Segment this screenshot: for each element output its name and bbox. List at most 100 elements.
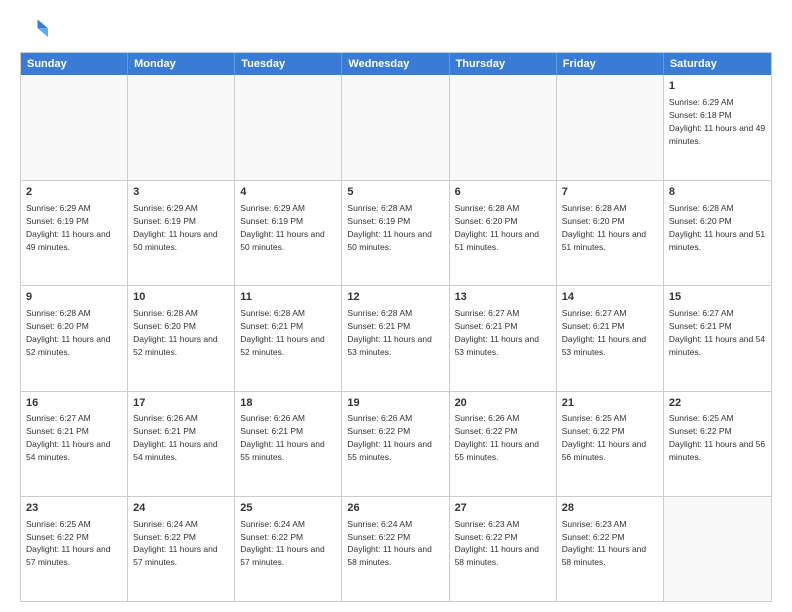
cell-info: Sunrise: 6:25 AM Sunset: 6:22 PM Dayligh…: [26, 519, 110, 568]
calendar-cell: [128, 75, 235, 180]
calendar-row: 1 Sunrise: 6:29 AM Sunset: 6:18 PM Daylig…: [21, 75, 771, 180]
cell-info: Sunrise: 6:24 AM Sunset: 6:22 PM Dayligh…: [240, 519, 324, 568]
calendar-cell: 24Sunrise: 6:24 AM Sunset: 6:22 PM Dayli…: [128, 497, 235, 601]
day-number: 13: [455, 290, 551, 305]
calendar-cell: 18 Sunrise: 6:26 AM Sunset: 6:21 PM Dayli…: [235, 392, 342, 496]
cell-info: Sunrise: 6:25 AM Sunset: 6:22 PM Dayligh…: [669, 413, 765, 462]
day-number: 20: [455, 396, 551, 411]
day-number: 17: [133, 396, 229, 411]
weekday-header-monday: Monday: [128, 53, 235, 75]
calendar-row: 2 Sunrise: 6:29 AM Sunset: 6:19 PM Daylig…: [21, 180, 771, 285]
day-number: 12: [347, 290, 443, 305]
calendar-cell: 12 Sunrise: 6:28 AM Sunset: 6:21 PM Dayli…: [342, 286, 449, 390]
weekday-header-saturday: Saturday: [664, 53, 771, 75]
cell-info: Sunrise: 6:27 AM Sunset: 6:21 PM Dayligh…: [562, 308, 646, 357]
day-number: 11: [240, 290, 336, 305]
calendar-cell: 21 Sunrise: 6:25 AM Sunset: 6:22 PM Dayli…: [557, 392, 664, 496]
cell-info: Sunrise: 6:26 AM Sunset: 6:22 PM Dayligh…: [455, 413, 539, 462]
day-number: 2: [26, 185, 122, 200]
calendar-cell: [557, 75, 664, 180]
cell-info: Sunrise: 6:26 AM Sunset: 6:22 PM Dayligh…: [347, 413, 431, 462]
logo-icon: [20, 16, 48, 44]
day-number: 5: [347, 185, 443, 200]
calendar-cell: 19 Sunrise: 6:26 AM Sunset: 6:22 PM Dayli…: [342, 392, 449, 496]
logo: [20, 16, 52, 44]
calendar-cell: [21, 75, 128, 180]
day-number: 26: [347, 501, 443, 516]
cell-info: Sunrise: 6:24 AM Sunset: 6:22 PM Dayligh…: [347, 519, 431, 568]
calendar-cell: 15 Sunrise: 6:27 AM Sunset: 6:21 PM Dayli…: [664, 286, 771, 390]
calendar-cell: 3 Sunrise: 6:29 AM Sunset: 6:19 PM Daylig…: [128, 181, 235, 285]
calendar-cell: 20 Sunrise: 6:26 AM Sunset: 6:22 PM Dayli…: [450, 392, 557, 496]
cell-info: Sunrise: 6:28 AM Sunset: 6:21 PM Dayligh…: [347, 308, 431, 357]
day-number: 22: [669, 396, 766, 411]
calendar-row: 23 Sunrise: 6:25 AM Sunset: 6:22 PM Dayli…: [21, 496, 771, 601]
cell-info: Sunrise: 6:29 AM Sunset: 6:19 PM Dayligh…: [133, 203, 217, 252]
cell-info: Sunrise: 6:29 AM Sunset: 6:19 PM Dayligh…: [240, 203, 324, 252]
calendar-cell: 16 Sunrise: 6:27 AM Sunset: 6:21 PM Dayli…: [21, 392, 128, 496]
cell-info: Sunrise: 6:28 AM Sunset: 6:20 PM Dayligh…: [562, 203, 646, 252]
cell-info: Sunrise: 6:26 AM Sunset: 6:21 PM Dayligh…: [240, 413, 324, 462]
cell-info: Sunrise: 6:25 AM Sunset: 6:22 PM Dayligh…: [562, 413, 646, 462]
page: SundayMondayTuesdayWednesdayThursdayFrid…: [0, 0, 792, 612]
cell-info: Sunrise: 6:26 AM Sunset: 6:21 PM Dayligh…: [133, 413, 217, 462]
day-number: 1: [669, 79, 766, 94]
day-number: 19: [347, 396, 443, 411]
calendar-cell: 2 Sunrise: 6:29 AM Sunset: 6:19 PM Daylig…: [21, 181, 128, 285]
cell-info: Sunrise: 6:27 AM Sunset: 6:21 PM Dayligh…: [26, 413, 110, 462]
day-number: 15: [669, 290, 766, 305]
calendar-row: 16 Sunrise: 6:27 AM Sunset: 6:21 PM Dayli…: [21, 391, 771, 496]
calendar-cell: 1 Sunrise: 6:29 AM Sunset: 6:18 PM Daylig…: [664, 75, 771, 180]
day-number: 4: [240, 185, 336, 200]
weekday-header-friday: Friday: [557, 53, 664, 75]
calendar-cell: 4 Sunrise: 6:29 AM Sunset: 6:19 PM Daylig…: [235, 181, 342, 285]
calendar-cell: 9 Sunrise: 6:28 AM Sunset: 6:20 PM Daylig…: [21, 286, 128, 390]
calendar-row: 9 Sunrise: 6:28 AM Sunset: 6:20 PM Daylig…: [21, 285, 771, 390]
calendar-cell: 7 Sunrise: 6:28 AM Sunset: 6:20 PM Daylig…: [557, 181, 664, 285]
cell-info: Sunrise: 6:28 AM Sunset: 6:21 PM Dayligh…: [240, 308, 324, 357]
day-number: 27: [455, 501, 551, 516]
cell-info: Sunrise: 6:28 AM Sunset: 6:20 PM Dayligh…: [455, 203, 539, 252]
calendar-cell: [664, 497, 771, 601]
calendar-body: 1 Sunrise: 6:29 AM Sunset: 6:18 PM Daylig…: [21, 75, 771, 601]
calendar-cell: 5 Sunrise: 6:28 AM Sunset: 6:19 PM Daylig…: [342, 181, 449, 285]
weekday-header-tuesday: Tuesday: [235, 53, 342, 75]
calendar: SundayMondayTuesdayWednesdayThursdayFrid…: [20, 52, 772, 602]
day-number: 9: [26, 290, 122, 305]
weekday-header-thursday: Thursday: [450, 53, 557, 75]
calendar-cell: 8 Sunrise: 6:28 AM Sunset: 6:20 PM Daylig…: [664, 181, 771, 285]
day-number: 25: [240, 501, 336, 516]
day-number: 23: [26, 501, 122, 516]
cell-info: Sunrise: 6:28 AM Sunset: 6:20 PM Dayligh…: [26, 308, 110, 357]
calendar-cell: 26 Sunrise: 6:24 AM Sunset: 6:22 PM Dayli…: [342, 497, 449, 601]
calendar-cell: [342, 75, 449, 180]
calendar-cell: 10Sunrise: 6:28 AM Sunset: 6:20 PM Dayli…: [128, 286, 235, 390]
day-number: 6: [455, 185, 551, 200]
calendar-cell: [235, 75, 342, 180]
day-number: 18: [240, 396, 336, 411]
cell-info: Sunrise: 6:28 AM Sunset: 6:20 PM Dayligh…: [133, 308, 217, 357]
cell-info: Sunrise: 6:28 AM Sunset: 6:19 PM Dayligh…: [347, 203, 431, 252]
cell-info: Sunrise: 6:23 AM Sunset: 6:22 PM Dayligh…: [455, 519, 539, 568]
cell-info: Sunrise: 6:27 AM Sunset: 6:21 PM Dayligh…: [669, 308, 765, 357]
calendar-cell: 23 Sunrise: 6:25 AM Sunset: 6:22 PM Dayli…: [21, 497, 128, 601]
day-number: 8: [669, 185, 766, 200]
calendar-cell: 25 Sunrise: 6:24 AM Sunset: 6:22 PM Dayli…: [235, 497, 342, 601]
cell-info: Sunrise: 6:29 AM Sunset: 6:18 PM Dayligh…: [669, 97, 765, 146]
day-number: 28: [562, 501, 658, 516]
calendar-header: SundayMondayTuesdayWednesdayThursdayFrid…: [21, 53, 771, 75]
header: [20, 16, 772, 44]
cell-info: Sunrise: 6:28 AM Sunset: 6:20 PM Dayligh…: [669, 203, 765, 252]
calendar-cell: [450, 75, 557, 180]
calendar-cell: 17 Sunrise: 6:26 AM Sunset: 6:21 PM Dayli…: [128, 392, 235, 496]
day-number: 21: [562, 396, 658, 411]
day-number: 24: [133, 501, 229, 516]
day-number: 16: [26, 396, 122, 411]
calendar-cell: 13Sunrise: 6:27 AM Sunset: 6:21 PM Dayli…: [450, 286, 557, 390]
cell-info: Sunrise: 6:29 AM Sunset: 6:19 PM Dayligh…: [26, 203, 110, 252]
calendar-cell: 22 Sunrise: 6:25 AM Sunset: 6:22 PM Dayli…: [664, 392, 771, 496]
day-number: 3: [133, 185, 229, 200]
calendar-cell: 27 Sunrise: 6:23 AM Sunset: 6:22 PM Dayli…: [450, 497, 557, 601]
calendar-cell: 11 Sunrise: 6:28 AM Sunset: 6:21 PM Dayli…: [235, 286, 342, 390]
day-number: 7: [562, 185, 658, 200]
